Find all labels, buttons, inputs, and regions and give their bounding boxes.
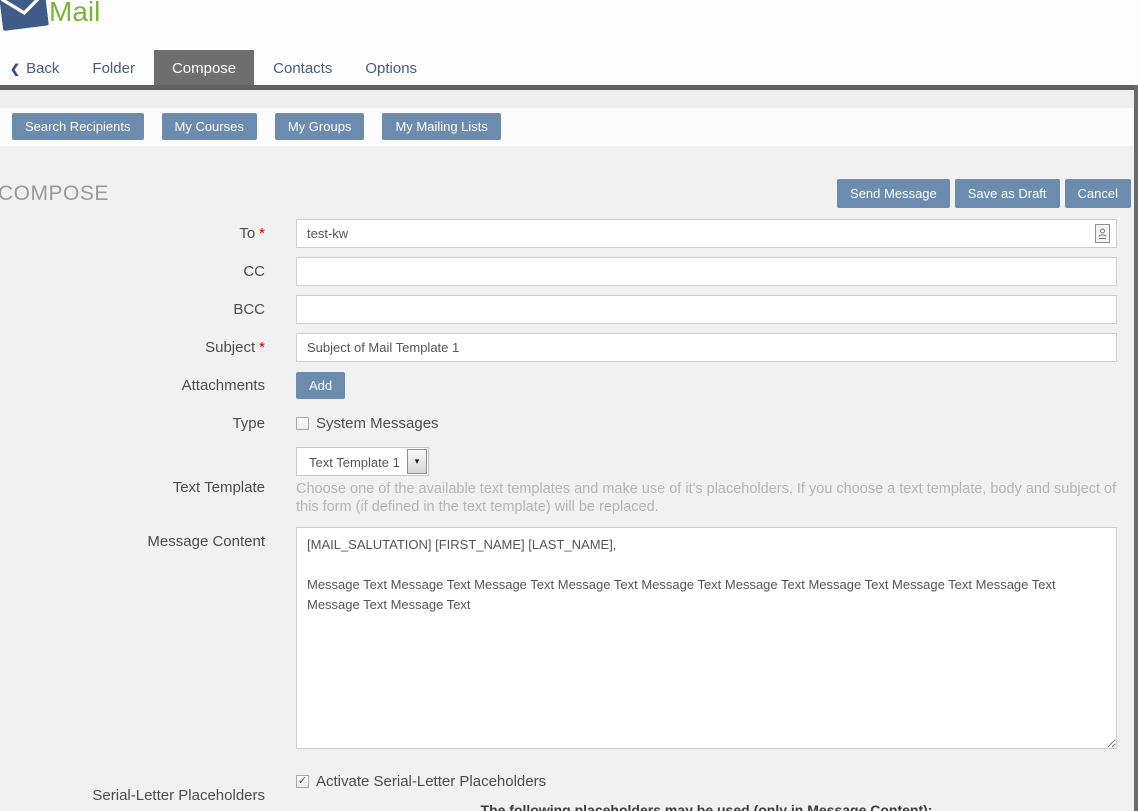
send-message-button[interactable]: Send Message (837, 179, 950, 208)
text-template-row: Text Template Text Template 1 ▾ Choose o… (0, 447, 1138, 527)
required-marker: * (259, 339, 265, 356)
message-content-textarea[interactable]: [MAIL_SALUTATION] [FIRST_NAME] [LAST_NAM… (296, 527, 1117, 749)
cancel-button[interactable]: Cancel (1065, 179, 1131, 208)
bcc-input[interactable] (296, 295, 1117, 324)
system-messages-label: System Messages (316, 415, 439, 432)
type-row: Type System Messages (0, 415, 1138, 432)
system-messages-checkbox[interactable] (296, 417, 309, 430)
tab-contacts[interactable]: Contacts (259, 53, 346, 85)
text-template-help: Choose one of the available text templat… (296, 480, 1117, 516)
dropdown-arrow-icon[interactable]: ▾ (407, 449, 427, 474)
mail-envelope-icon (0, 0, 49, 32)
tab-bar: ❮ Back Folder Compose Contacts Options (0, 48, 1138, 85)
compose-actions: Send Message Save as Draft Cancel (837, 179, 1131, 208)
compose-section-title: COMPOSE (0, 179, 109, 209)
message-content-row: Message Content [MAIL_SALUTATION] [FIRST… (0, 527, 1138, 754)
serial-letter-label: Serial-Letter Placeholders (0, 787, 265, 804)
app-header: Mail (0, 0, 1138, 48)
address-book-icon[interactable] (1095, 224, 1110, 243)
required-marker: * (259, 225, 265, 242)
right-edge-bar (1134, 85, 1138, 811)
add-attachment-button[interactable]: Add (296, 372, 345, 399)
to-label: To* (0, 225, 265, 242)
tab-back-label: Back (26, 60, 59, 77)
subject-input[interactable] (296, 333, 1117, 362)
tab-folder[interactable]: Folder (78, 53, 149, 85)
text-template-selected-value: Text Template 1 (297, 448, 406, 475)
serial-letter-row: Serial-Letter Placeholders ✓ Activate Se… (0, 773, 1138, 811)
cc-row: CC (0, 257, 1138, 286)
page-title: Mail (49, 0, 100, 28)
activate-serial-letter-checkbox[interactable]: ✓ (296, 775, 309, 788)
activate-serial-letter-label: Activate Serial-Letter Placeholders (316, 773, 546, 790)
cc-input[interactable] (296, 257, 1117, 286)
subject-label: Subject* (0, 339, 265, 356)
subject-row: Subject* (0, 333, 1138, 362)
my-mailing-lists-button[interactable]: My Mailing Lists (382, 113, 500, 140)
chevron-left-icon: ❮ (10, 62, 20, 76)
to-input[interactable] (296, 219, 1117, 248)
text-template-label: Text Template (0, 479, 265, 496)
recipients-toolbar: Search Recipients My Courses My Groups M… (0, 108, 1138, 146)
tab-options[interactable]: Options (351, 53, 431, 85)
cc-label: CC (0, 263, 265, 280)
tab-compose[interactable]: Compose (154, 50, 254, 85)
attachments-row: Attachments Add (0, 372, 1138, 399)
tab-back[interactable]: ❮ Back (8, 53, 73, 85)
message-content-label: Message Content (0, 527, 265, 550)
type-label: Type (0, 415, 265, 432)
section-gap (0, 90, 1138, 108)
bcc-label: BCC (0, 301, 265, 318)
placeholders-note: The following placeholders may be used (… (296, 802, 1117, 811)
search-recipients-button[interactable]: Search Recipients (12, 113, 144, 140)
text-template-select[interactable]: Text Template 1 ▾ (296, 447, 429, 476)
save-as-draft-button[interactable]: Save as Draft (955, 179, 1060, 208)
my-groups-button[interactable]: My Groups (275, 113, 365, 140)
compose-section: COMPOSE Send Message Save as Draft Cance… (0, 146, 1138, 811)
attachments-label: Attachments (0, 377, 265, 394)
to-row: To* (0, 219, 1138, 248)
bcc-row: BCC (0, 295, 1138, 324)
my-courses-button[interactable]: My Courses (162, 113, 257, 140)
